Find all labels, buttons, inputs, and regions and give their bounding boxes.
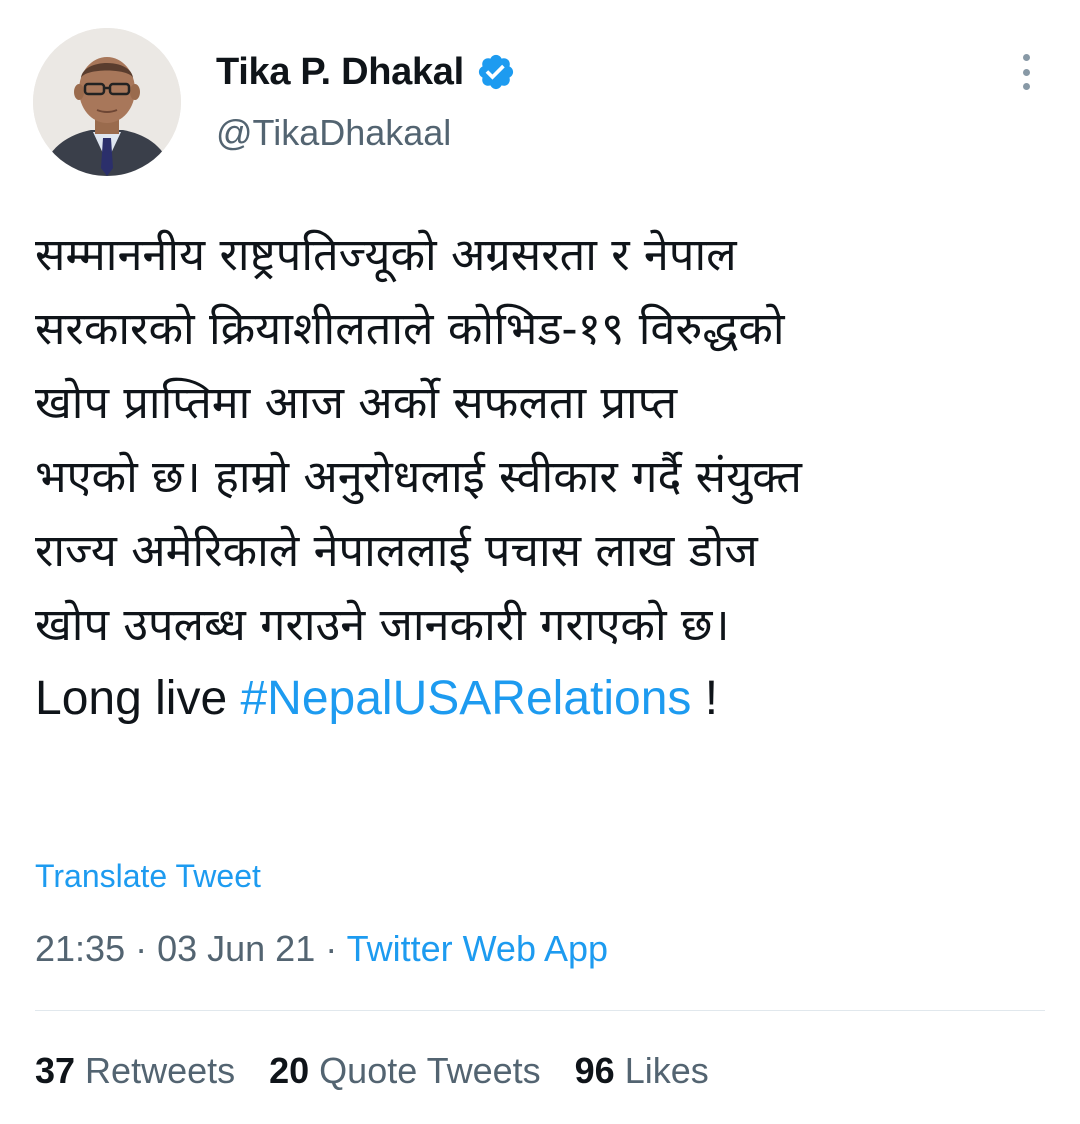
profile-photo-icon xyxy=(33,28,181,176)
more-options-icon[interactable] xyxy=(1008,48,1044,96)
retweets-stat[interactable]: 37 Retweets xyxy=(35,1050,235,1092)
tweet-line: राज्य अमेरिकाले नेपाललाई पचास लाख डोज xyxy=(35,524,758,577)
tweet-source-link[interactable]: Twitter Web App xyxy=(347,928,608,969)
likes-count: 96 xyxy=(574,1050,615,1091)
tweet-line: सम्माननीय राष्ट्रपतिज्यूको अग्रसरता र ने… xyxy=(35,228,737,281)
tweet-metadata: 21:35 · 03 Jun 21 · Twitter Web App xyxy=(35,928,608,970)
divider xyxy=(35,1010,1045,1011)
author-handle[interactable]: @TikaDhakaal xyxy=(216,112,451,154)
author-display-name[interactable]: Tika P. Dhakal xyxy=(216,51,464,94)
hashtag-link[interactable]: #NepalUSARelations xyxy=(240,672,691,725)
likes-stat[interactable]: 96 Likes xyxy=(575,1050,709,1092)
tweet-text-prefix: Long live xyxy=(35,672,241,725)
quote-tweets-stat[interactable]: 20 Quote Tweets xyxy=(269,1050,541,1092)
tweet-text-suffix: ! xyxy=(691,672,719,725)
avatar[interactable] xyxy=(33,28,181,176)
quote-tweets-label: Quote Tweets xyxy=(319,1050,541,1091)
tweet-stats: 37 Retweets 20 Quote Tweets 96 Likes xyxy=(35,1050,709,1092)
likes-label: Likes xyxy=(624,1050,709,1091)
tweet-line: खोप उपलब्ध गराउने जानकारी गराएको छ। xyxy=(35,598,730,651)
quote-tweets-count: 20 xyxy=(269,1050,310,1091)
tweet-date[interactable]: 03 Jun 21 xyxy=(157,928,315,969)
author-name-row: Tika P. Dhakal xyxy=(216,44,516,100)
translate-tweet-link[interactable]: Translate Tweet xyxy=(35,858,261,895)
tweet-line: खोप प्राप्तिमा आज अर्को सफलता प्राप्त xyxy=(35,376,678,429)
tweet-header: Tika P. Dhakal @TikaDhakaal xyxy=(0,0,1080,200)
tweet-time[interactable]: 21:35 xyxy=(35,928,125,969)
verified-badge-icon xyxy=(476,52,516,92)
meta-separator: · xyxy=(315,928,347,969)
tweet-line: भएको छ। हाम्रो अनुरोधलाई स्वीकार गर्दै स… xyxy=(35,450,802,503)
tweet-line: सरकारको क्रियाशीलताले कोभिड-१९ विरुद्धको xyxy=(35,302,785,355)
tweet-text: सम्माननीय राष्ट्रपतिज्यूको अग्रसरता र ने… xyxy=(35,218,1045,736)
tweet-last-line: Long live #NepalUSARelations ! xyxy=(35,662,1045,736)
meta-separator: · xyxy=(125,928,158,969)
retweets-count: 37 xyxy=(35,1050,76,1091)
retweets-label: Retweets xyxy=(85,1050,236,1091)
